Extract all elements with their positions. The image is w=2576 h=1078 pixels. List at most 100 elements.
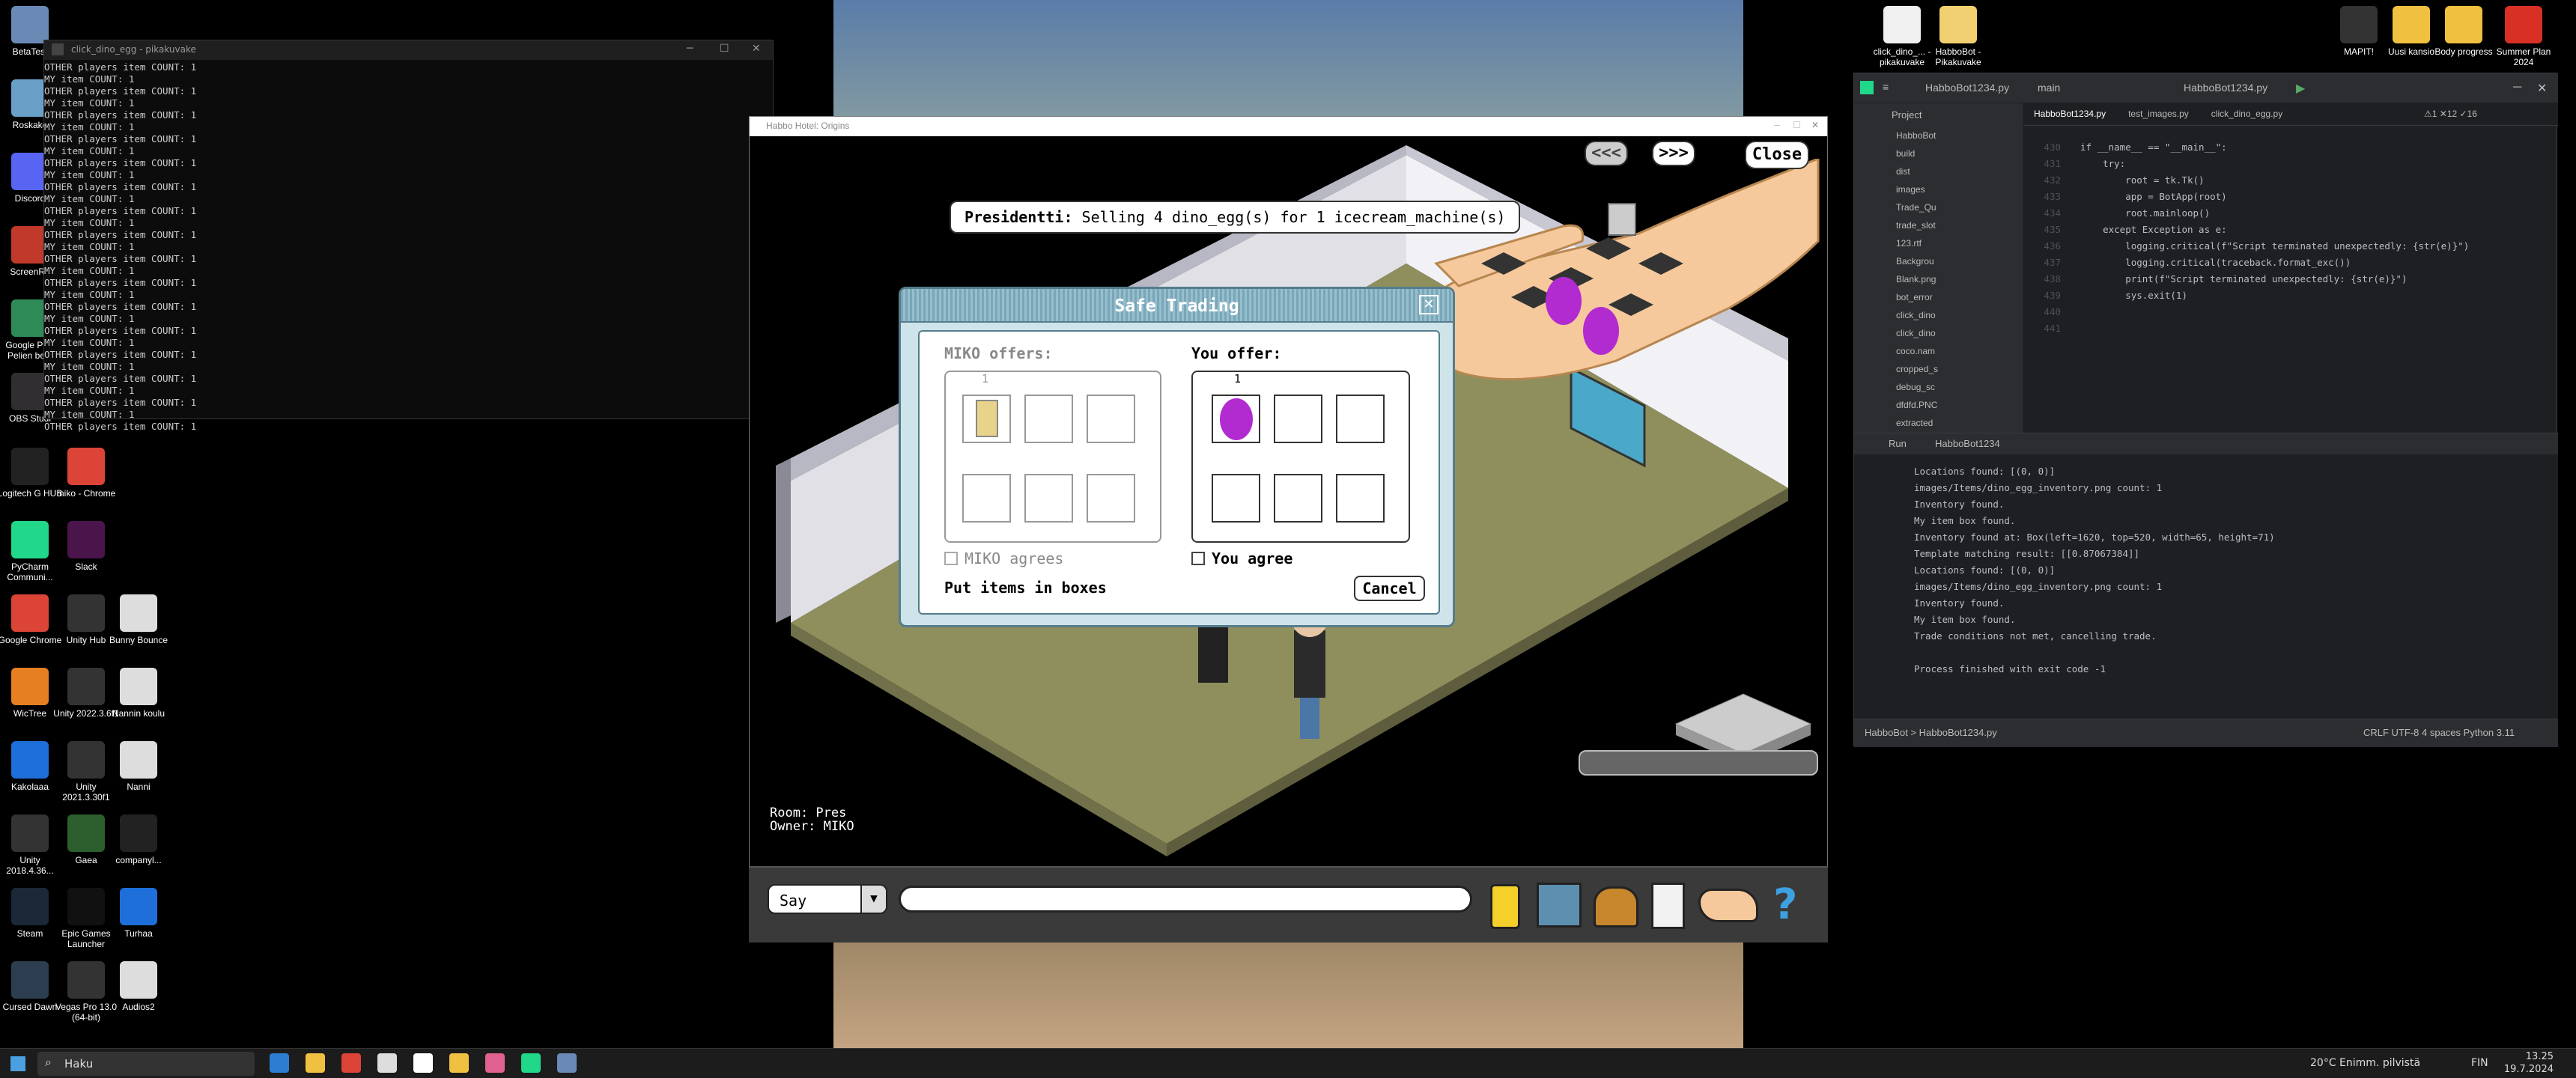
tree-item[interactable]: click_dino (1896, 324, 2023, 342)
start-icon[interactable] (10, 1056, 25, 1071)
tree-item[interactable]: 123.rtf (1896, 234, 2023, 252)
desktop-icon[interactable]: HabboBot - Pikakuvake (1925, 6, 1992, 67)
taskbar-app-icon[interactable] (306, 1053, 325, 1073)
taskbar-app-icon[interactable] (341, 1053, 361, 1073)
desktop-icon[interactable]: Summer Plan 2024 (2490, 6, 2557, 67)
trade-close-icon[interactable]: ✕ (1419, 295, 1439, 314)
tree-item[interactable]: bot_error (1896, 288, 2023, 306)
hand-icon[interactable] (1698, 889, 1758, 922)
project-selector[interactable]: HabboBot1234.py (1925, 82, 2009, 94)
close-icon[interactable]: ✕ (752, 43, 761, 55)
taskbar-app-icon[interactable] (270, 1053, 289, 1073)
tree-item[interactable]: Trade_Qu (1896, 198, 2023, 216)
tree-item[interactable]: dist (1896, 162, 2023, 180)
next-button[interactable]: >>> (1652, 141, 1695, 166)
other-offers-label: MIKO offers: (944, 344, 1053, 362)
inspection-status[interactable]: ⚠1 ✕12 ✓16 (2424, 109, 2477, 119)
safe-trading-dialog[interactable]: Safe Trading ✕ MIKO offers: You offer: 1… (899, 287, 1455, 627)
line-number: 441 (2044, 323, 2061, 334)
catalogue-icon[interactable] (1490, 884, 1520, 929)
console-window[interactable]: click_dino_egg - pikakuvake ─ ☐ ✕ OTHER … (43, 40, 774, 432)
run-tab[interactable]: Run (1889, 438, 1907, 449)
editor-tab[interactable]: click_dino_egg.py (2211, 109, 2282, 119)
desktop-icon[interactable]: Audios2 (105, 961, 172, 1012)
taskbar-app-icon[interactable] (521, 1053, 541, 1073)
app-icon (67, 961, 105, 999)
maximize-icon[interactable]: ☐ (720, 43, 729, 55)
tree-item[interactable]: click_dino (1896, 306, 2023, 324)
inventory-icon[interactable] (1594, 886, 1638, 928)
navigator-icon[interactable] (1537, 883, 1582, 928)
editor-tabs: HabboBot1234.py test_images.py click_dino_… (2023, 103, 2558, 126)
tree-item[interactable]: trade_slot (1896, 216, 2023, 234)
your-slot-6[interactable] (1336, 474, 1385, 523)
run-file-tab[interactable]: HabboBot1234 (1935, 438, 2000, 449)
language-indicator[interactable]: FIN (2471, 1057, 2488, 1069)
tree-item[interactable]: Blank.png (1896, 270, 2023, 288)
messenger-icon[interactable] (1651, 883, 1685, 929)
desktop-icon[interactable]: Slack (52, 521, 120, 572)
code-line: sys.exit(1) (2080, 290, 2187, 301)
taskbar-app-icon[interactable] (449, 1053, 469, 1073)
your-slot-1[interactable] (1212, 395, 1260, 443)
tree-item[interactable]: build (1896, 144, 2023, 162)
taskbar-app-icon[interactable] (485, 1053, 505, 1073)
clock[interactable]: 13.25 19.7.2024 (2501, 1050, 2554, 1076)
desktop-icon[interactable]: Nannin koulu (105, 668, 172, 719)
console-titlebar[interactable]: click_dino_egg - pikakuvake ─ ☐ ✕ (44, 40, 773, 60)
tree-item[interactable]: HabboBot (1896, 127, 2023, 144)
run-config-selector[interactable]: HabboBot1234.py (2184, 82, 2267, 94)
your-slot-3[interactable] (1336, 395, 1385, 443)
other-slot-5 (1024, 474, 1073, 523)
tree-item[interactable]: cropped_s (1896, 360, 2023, 378)
app-icon (11, 961, 49, 999)
weather-widget[interactable]: 20°C Enimm. pilvistä (2310, 1057, 2420, 1069)
maximize-icon[interactable]: ☐ (1793, 120, 1801, 130)
tree-item[interactable]: extracted (1896, 414, 2023, 432)
prev-button[interactable]: <<< (1585, 141, 1628, 166)
close-icon[interactable]: ✕ (1811, 120, 1819, 130)
code-editor[interactable]: 430 431 432 433 434 435 436 437 438 439 440 441 if … (2023, 139, 2558, 431)
trade-title[interactable]: Safe Trading (901, 289, 1453, 323)
desktop-icon[interactable]: Nanni (105, 741, 172, 792)
desktop-icon[interactable]: Turhaa (105, 888, 172, 939)
tree-item[interactable]: debug_sc (1896, 378, 2023, 396)
branch-selector[interactable]: main (2038, 82, 2060, 94)
minimize-icon[interactable]: ─ (2513, 81, 2521, 94)
cancel-button[interactable]: Cancel (1354, 576, 1425, 601)
desktop-icon[interactable]: miko - Chrome (52, 448, 120, 499)
menu-icon[interactable]: ≡ (1883, 81, 1889, 93)
taskbar-app-icon[interactable] (413, 1053, 433, 1073)
your-slot-5[interactable] (1274, 474, 1322, 523)
tree-item[interactable]: coco.nam (1896, 342, 2023, 360)
taskbar-app-icon[interactable] (377, 1053, 397, 1073)
minimize-icon[interactable]: ─ (687, 43, 693, 55)
close-room-button[interactable]: Close (1745, 141, 1809, 169)
your-slot-2[interactable] (1274, 395, 1322, 443)
desktop-icon[interactable]: Bunny Bounce (105, 594, 172, 645)
pycharm-window[interactable]: ≡ HabboBot1234.py main HabboBot1234.py ▶… (1853, 73, 2558, 747)
chat-mode-select[interactable]: Say ▼ (768, 884, 887, 914)
desktop-icon[interactable]: companyl... (105, 814, 172, 865)
close-icon[interactable]: ✕ (2537, 81, 2547, 96)
console-line: MY item COUNT: 1 (44, 313, 135, 324)
chat-input[interactable] (899, 886, 1472, 913)
help-icon[interactable]: ? (1773, 883, 1806, 928)
editor-tab[interactable]: test_images.py (2128, 109, 2189, 119)
tree-item[interactable]: Backgrou (1896, 252, 2023, 270)
you-agree-checkbox[interactable] (1191, 552, 1205, 565)
run-output-line: Process finished with exit code -1 (1914, 663, 2106, 674)
chevron-down-icon[interactable]: ▼ (860, 886, 886, 913)
desktop-icon[interactable]: Body progress (2430, 6, 2497, 57)
ide-titlebar[interactable]: ≡ HabboBot1234.py main HabboBot1234.py ▶… (1854, 73, 2558, 103)
taskbar-app-icon[interactable] (557, 1053, 577, 1073)
tree-item[interactable]: dfdfd.PNC (1896, 396, 2023, 414)
editor-tab[interactable]: HabboBot1234.py (2034, 109, 2106, 119)
minimize-icon[interactable]: ─ (1774, 120, 1781, 130)
habbo-titlebar[interactable]: Habbo Hotel: Origins ─ ☐ ✕ (750, 117, 1827, 136)
console-line: MY item COUNT: 1 (44, 193, 135, 204)
your-slot-4[interactable] (1212, 474, 1260, 523)
tree-item[interactable]: images (1896, 180, 2023, 198)
run-icon[interactable]: ▶ (2296, 81, 2305, 96)
search-box[interactable]: ⌕ Haku (37, 1052, 255, 1076)
